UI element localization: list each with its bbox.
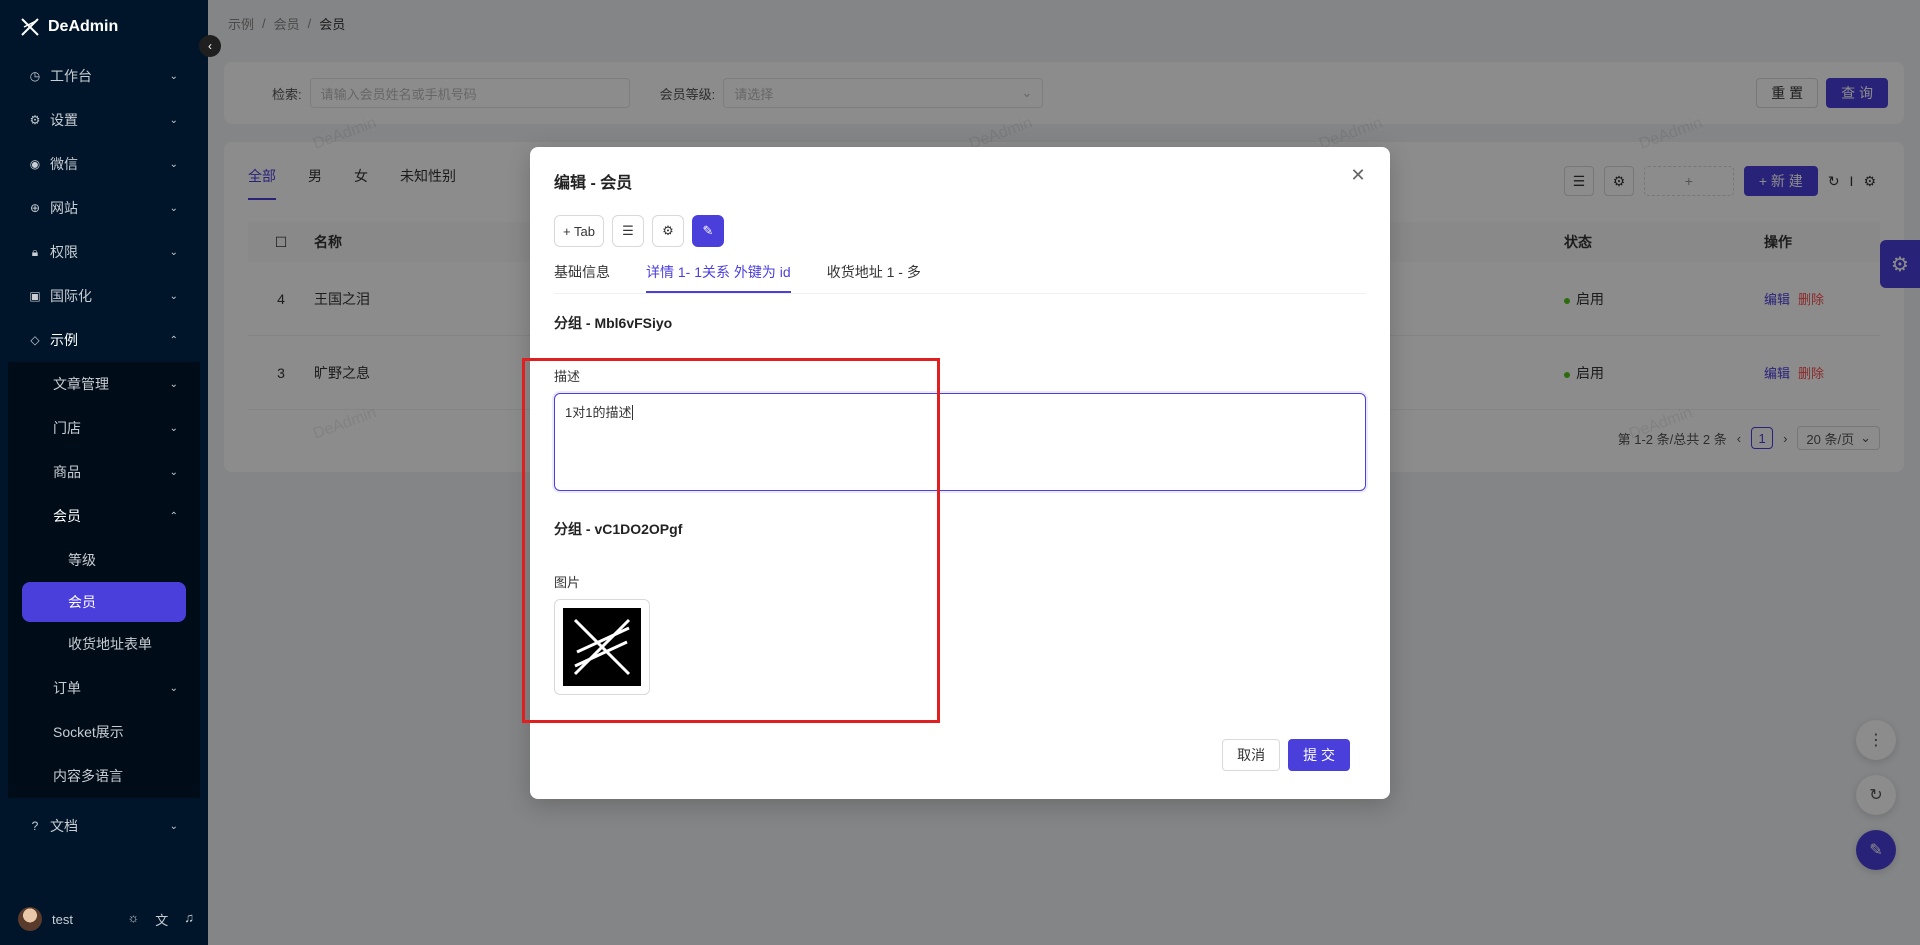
sidebar-item-settings[interactable]: ⚙ 设置 ⌄ <box>0 98 208 142</box>
translate-icon: ▣ <box>29 289 41 303</box>
bell-icon[interactable]: ♫ <box>184 910 194 929</box>
tab-shipping-address[interactable]: 收货地址 1 - 多 <box>827 260 921 293</box>
example-submenu: 文章管理 ⌄ 门店 ⌄ 商品 ⌄ 会员 ⌃ 等级 会员 收货地址表单 订单 ⌄ Socke… <box>8 362 200 798</box>
chevron-down-icon: ⌄ <box>169 422 178 434</box>
chevron-down-icon: ⌄ <box>169 114 178 126</box>
sidebar-item-levels[interactable]: 等级 <box>8 538 200 582</box>
sidebar-item-content-i18n[interactable]: 内容多语言 <box>8 754 200 798</box>
description-label: 描述 <box>554 369 581 384</box>
sun-icon[interactable]: ☼ <box>127 910 139 929</box>
text-cursor <box>632 405 634 420</box>
modal-tabs: 基础信息 详情 1- 1关系 外键为 id 收货地址 1 - 多 <box>554 260 1366 294</box>
globe-icon: ⊕ <box>29 201 41 215</box>
modal-toolbar: + Tab ☰ ⚙ ✎ <box>554 215 724 247</box>
add-tab-button[interactable]: + Tab <box>554 215 604 247</box>
lock-icon: 🔒︎ <box>31 244 39 259</box>
logo-image <box>563 608 641 686</box>
sidebar-item-wechat[interactable]: ◉ 微信 ⌄ <box>0 142 208 186</box>
edit-member-modal: 编辑 - 会员 ✕ + Tab ☰ ⚙ ✎ 基础信息 详情 1- 1关系 外键为… <box>522 147 1390 799</box>
sidebar-item-socket[interactable]: Socket展示 <box>8 710 200 754</box>
sidebar-item-dashboard[interactable]: ◷ 工作台 ⌄ <box>0 54 208 98</box>
sidebar-item-articles[interactable]: 文章管理 ⌄ <box>8 362 200 406</box>
group-title: 分组 - vC1DO2OPgf <box>554 521 683 537</box>
group-title: 分组 - Mbl6vFSiyo <box>554 315 673 331</box>
sidebar-item-orders[interactable]: 订单 ⌄ <box>8 666 200 710</box>
sidebar-item-website[interactable]: ⊕ 网站 ⌄ <box>0 186 208 230</box>
modal-title: 编辑 - 会员 <box>554 175 633 192</box>
app-name: DeAdmin <box>48 18 119 35</box>
sidebar-item-member-active[interactable]: 会员 <box>22 582 186 622</box>
sidebar-item-address-form[interactable]: 收货地址表单 <box>8 622 200 666</box>
chevron-down-icon: ⌄ <box>169 202 178 214</box>
list-icon[interactable]: ☰ <box>611 215 644 247</box>
chevron-up-icon: ⌃ <box>169 334 178 346</box>
tab-basic-info[interactable]: 基础信息 <box>554 260 610 293</box>
sidebar: DeAdmin ◷ 工作台 ⌄ ⚙ 设置 ⌄ ◉ 微信 ⌄ ⊕ 网站 ⌄ 🔒︎ 权限 ⌄ ▣ 国际化 ⌄… <box>0 0 208 945</box>
sidebar-item-example[interactable]: ◇ 示例 ⌃ <box>0 318 208 362</box>
help-icon: ? <box>31 819 39 833</box>
sidebar-item-i18n[interactable]: ▣ 国际化 ⌄ <box>0 274 208 318</box>
wechat-icon: ◉ <box>29 157 41 171</box>
sidebar-collapse-button[interactable]: ‹ <box>199 35 221 57</box>
gear-icon[interactable]: ⚙ <box>651 215 684 247</box>
username[interactable]: test <box>52 912 73 927</box>
chevron-down-icon: ⌄ <box>169 682 178 694</box>
chevron-up-icon: ⌃ <box>169 510 178 522</box>
description-textarea[interactable]: 1对1的描述 <box>554 393 1366 491</box>
logo-icon <box>21 18 39 36</box>
chevron-down-icon: ⌄ <box>169 246 178 258</box>
sidebar-item-products[interactable]: 商品 ⌄ <box>8 450 200 494</box>
chevron-down-icon: ⌄ <box>169 290 178 302</box>
app-logo[interactable]: DeAdmin <box>0 0 208 54</box>
user-footer: test ☼ 文 ♫ <box>0 893 208 945</box>
chevron-down-icon: ⌄ <box>169 70 178 82</box>
sidebar-item-permission[interactable]: 🔒︎ 权限 ⌄ <box>0 230 208 274</box>
tab-detail[interactable]: 详情 1- 1关系 外键为 id <box>646 260 791 293</box>
chevron-down-icon: ⌄ <box>169 378 178 390</box>
translate-icon[interactable]: 文 <box>155 910 168 929</box>
chevron-down-icon: ⌄ <box>169 820 178 832</box>
chevron-down-icon: ⌄ <box>169 158 178 170</box>
dashboard-icon: ◷ <box>29 69 41 83</box>
image-upload[interactable] <box>554 599 650 695</box>
sidebar-item-stores[interactable]: 门店 ⌄ <box>8 406 200 450</box>
sidebar-item-docs[interactable]: ? 文档 ⌄ <box>0 804 208 848</box>
avatar[interactable] <box>18 907 42 931</box>
modal-footer: 取消 提 交 <box>1222 739 1350 771</box>
chevron-down-icon: ⌄ <box>169 466 178 478</box>
image-label: 图片 <box>554 575 581 590</box>
tag-icon: ◇ <box>30 333 40 347</box>
sidebar-item-members[interactable]: 会员 ⌃ <box>8 494 200 538</box>
close-icon[interactable]: ✕ <box>1346 163 1370 187</box>
highlighter-icon[interactable]: ✎ <box>691 215 724 247</box>
cancel-button[interactable]: 取消 <box>1222 739 1281 771</box>
gear-icon: ⚙ <box>29 113 41 127</box>
submit-button[interactable]: 提 交 <box>1288 739 1350 771</box>
